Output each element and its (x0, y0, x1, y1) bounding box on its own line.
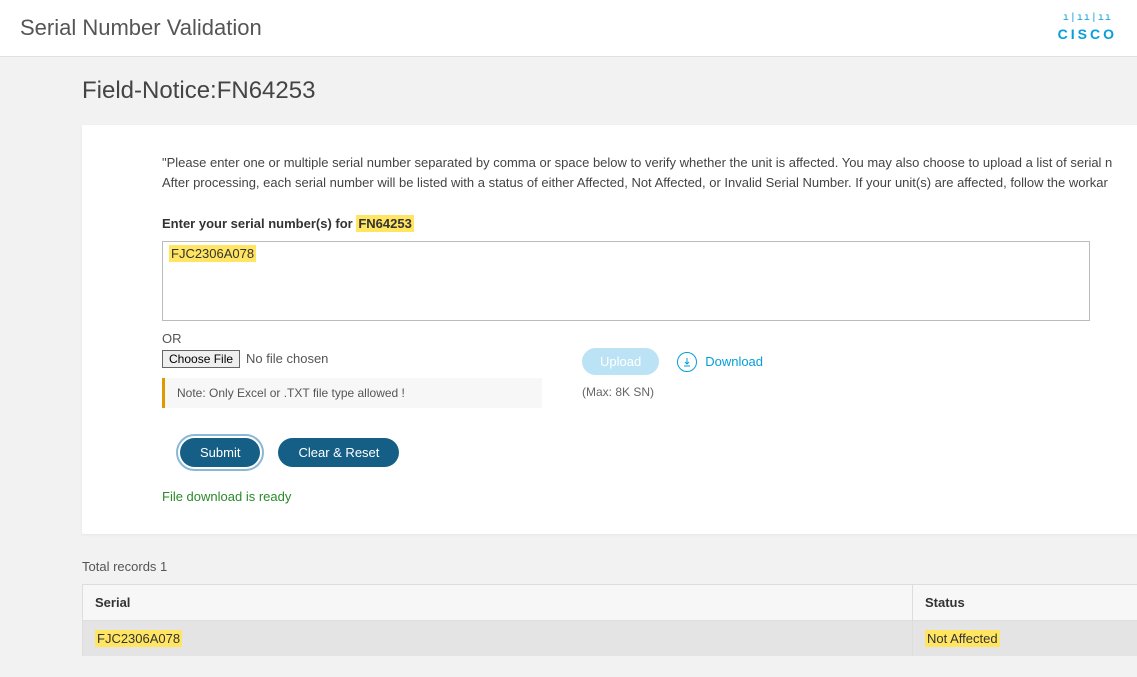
cell-serial: FJC2306A078 (83, 621, 913, 657)
total-count: 1 (160, 559, 167, 574)
serial-value: FJC2306A078 (169, 245, 256, 262)
intro-line2: After processing, each serial number wil… (162, 175, 1108, 190)
download-link[interactable]: Download (677, 352, 763, 372)
results-table: Serial Status FJC2306A078 Not Affected (82, 584, 1137, 656)
form-card: "Please enter one or multiple serial num… (82, 125, 1137, 534)
field-notice-title: Field-Notice:FN64253 (82, 77, 1137, 105)
upload-section: Upload Download (Max: 8K SN) (582, 350, 763, 399)
table-header-row: Serial Status (83, 585, 1137, 621)
cisco-logo: ı|ıı|ıı CISCO (1058, 14, 1117, 42)
max-label: (Max: 8K SN) (582, 385, 763, 399)
clear-reset-button[interactable]: Clear & Reset (278, 438, 399, 467)
upload-area: Upload Download (582, 348, 763, 375)
th-status: Status (913, 585, 1137, 621)
enter-label-prefix: Enter your serial number(s) for (162, 216, 356, 231)
intro-line1: "Please enter one or multiple serial num… (162, 155, 1112, 170)
no-file-label: No file chosen (246, 351, 328, 366)
serial-input[interactable]: FJC2306A078 (162, 241, 1090, 321)
status-cell-value: Not Affected (925, 630, 1000, 647)
button-row: Submit Clear & Reset (162, 438, 1062, 467)
enter-label-fn: FN64253 (356, 215, 413, 232)
page-header: Serial Number Validation ı|ıı|ıı CISCO (0, 0, 1137, 57)
th-serial: Serial (83, 585, 913, 621)
submit-button[interactable]: Submit (180, 438, 260, 467)
choose-file-button[interactable]: Choose File (162, 350, 240, 368)
enter-serial-label: Enter your serial number(s) for FN64253 (162, 216, 1062, 231)
cell-status: Not Affected (913, 621, 1137, 657)
serial-cell-value: FJC2306A078 (95, 630, 182, 647)
cisco-logo-bars: ı|ıı|ıı (1058, 14, 1117, 24)
page-title: Serial Number Validation (20, 15, 262, 41)
file-upload-row: Choose File No file chosen Note: Only Exc… (162, 350, 1062, 408)
content: Field-Notice:FN64253 "Please enter one o… (0, 57, 1137, 656)
total-label: Total records (82, 559, 160, 574)
or-label: OR (162, 331, 1062, 346)
download-ready-text: File download is ready (162, 489, 1062, 504)
file-area: Choose File No file chosen Note: Only Exc… (162, 350, 542, 408)
download-icon (677, 352, 697, 372)
intro-text: "Please enter one or multiple serial num… (162, 153, 1062, 192)
table-row: FJC2306A078 Not Affected (83, 621, 1137, 657)
total-records: Total records 1 (82, 559, 1137, 574)
upload-button[interactable]: Upload (582, 348, 659, 375)
results-table-wrap: Serial Status FJC2306A078 Not Affected (82, 584, 1137, 656)
file-note: Note: Only Excel or .TXT file type allow… (162, 378, 542, 408)
download-label: Download (705, 354, 763, 369)
cisco-logo-text: CISCO (1058, 26, 1117, 42)
